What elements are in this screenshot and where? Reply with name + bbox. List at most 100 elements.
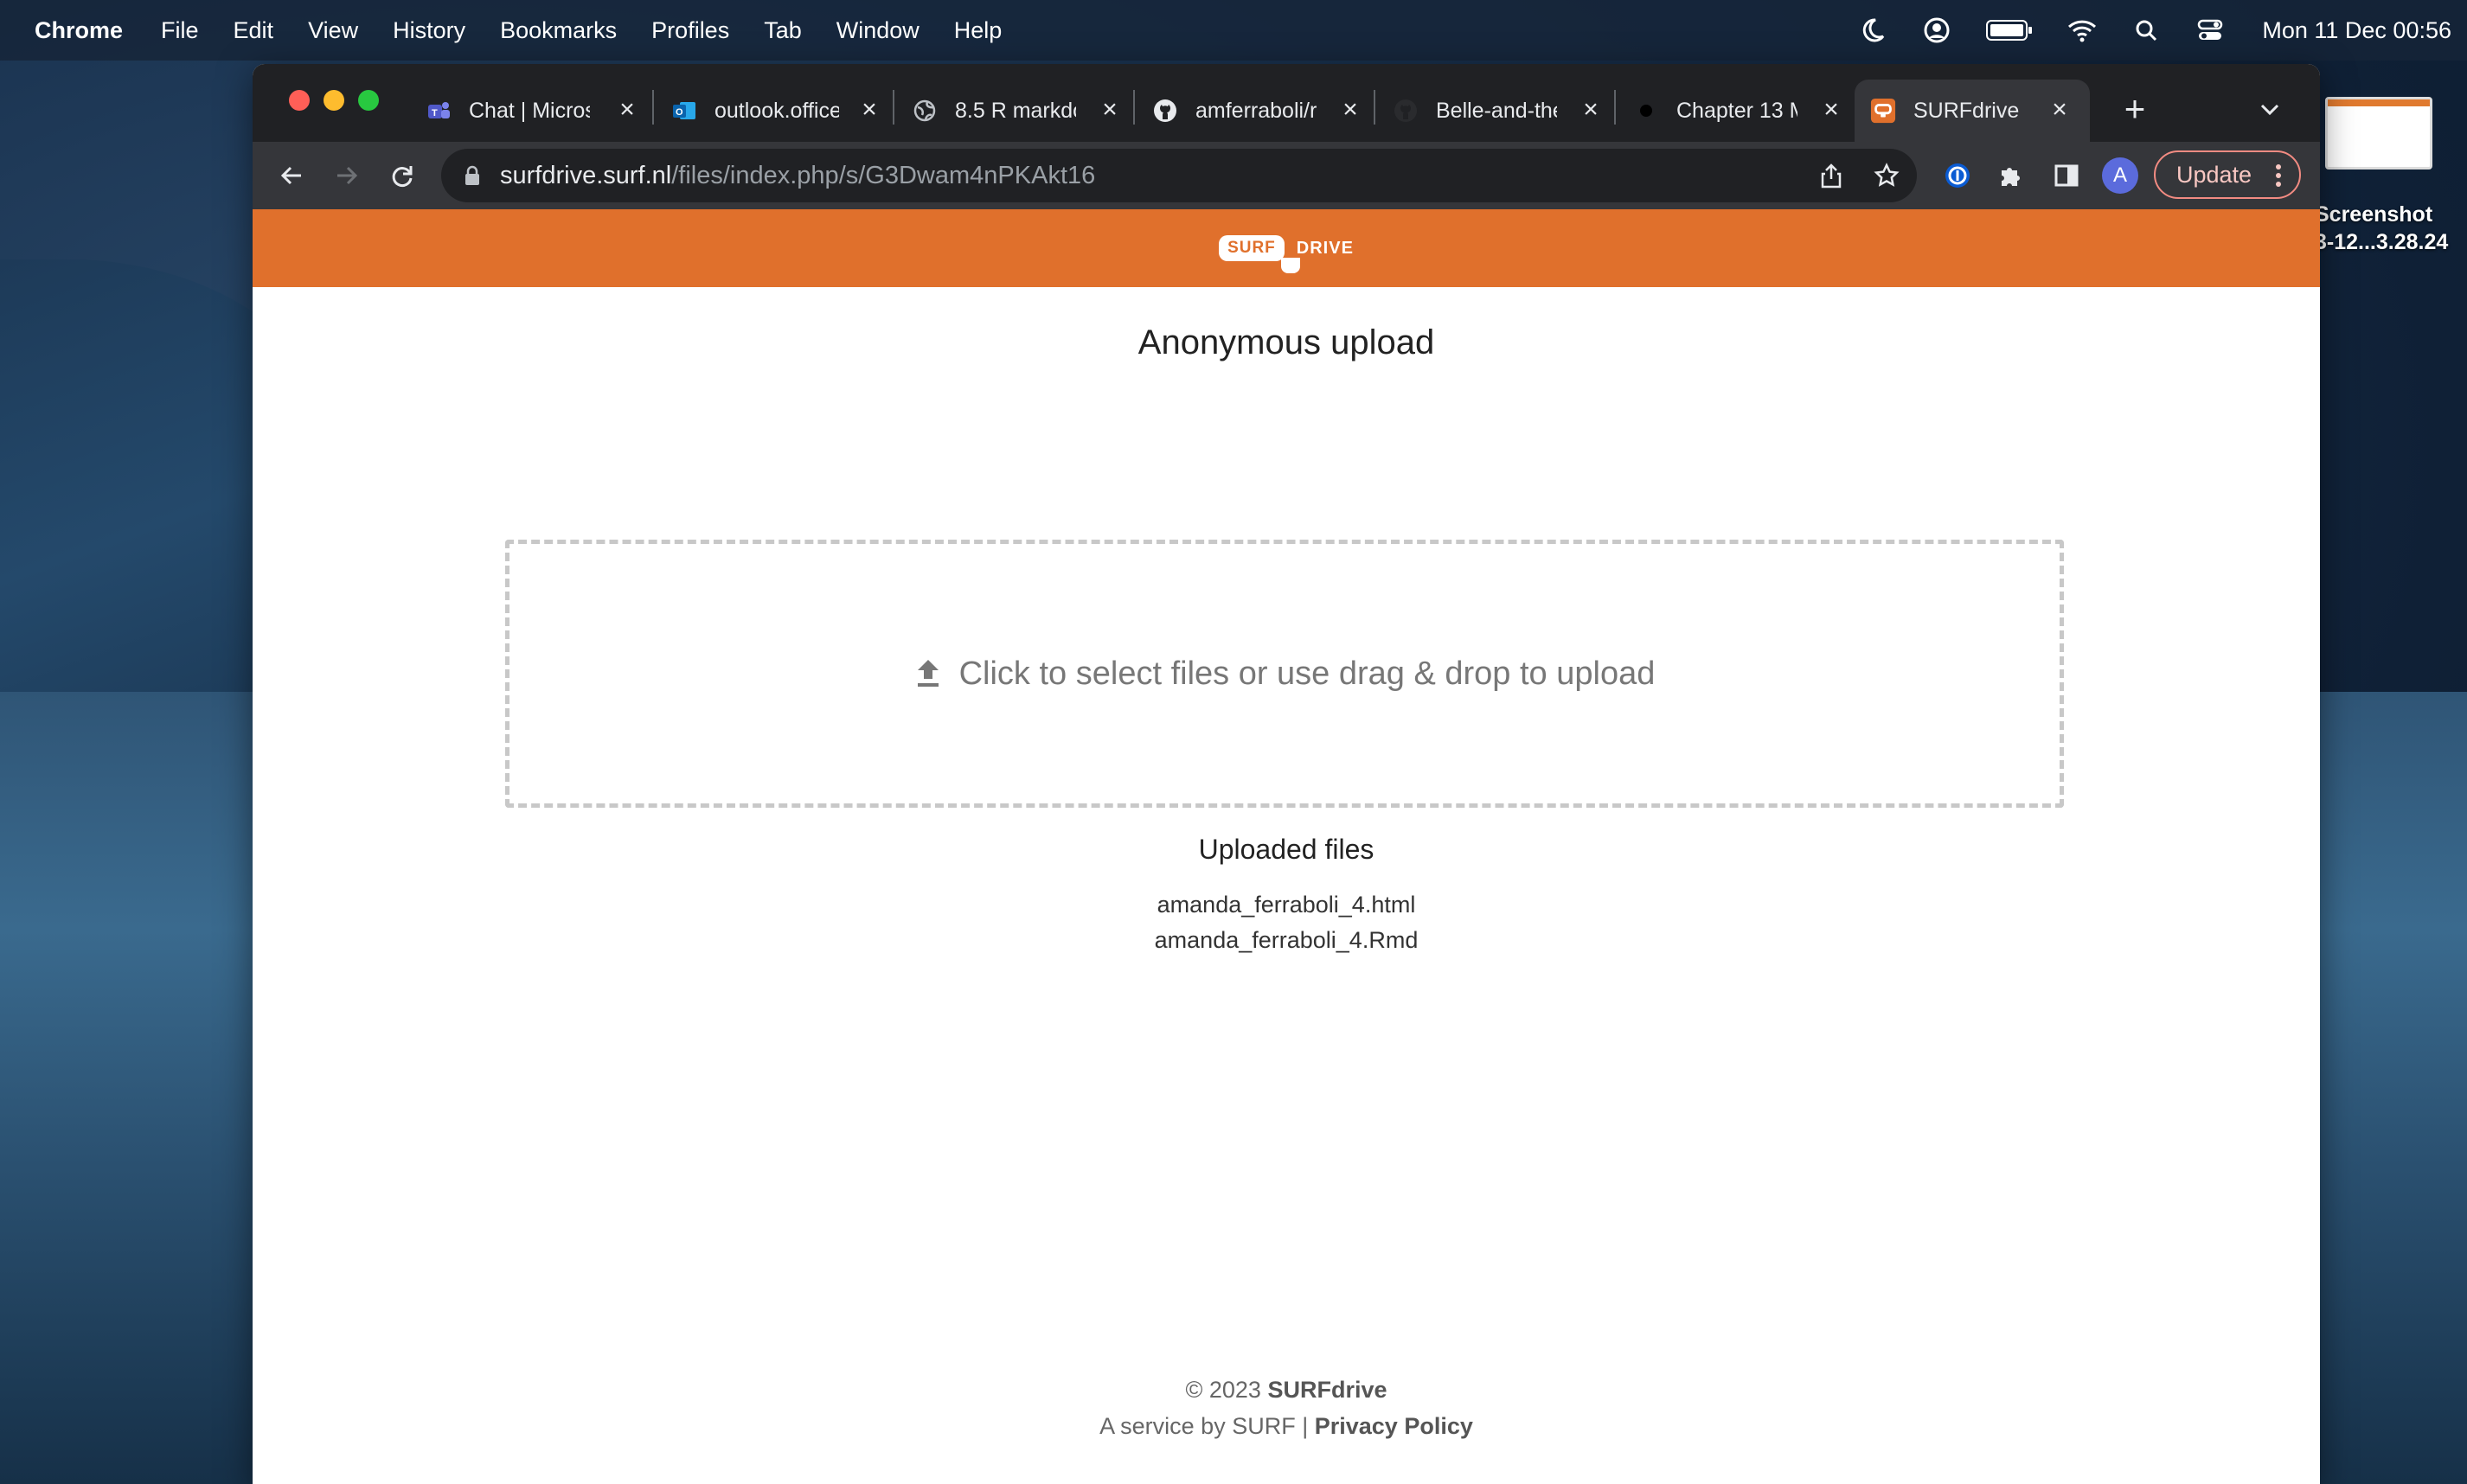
close-icon[interactable]: × <box>855 95 884 125</box>
service-text: A service by SURF | <box>1099 1413 1309 1439</box>
logo-surf-text: SURF <box>1219 235 1285 261</box>
svg-text:O: O <box>676 107 683 118</box>
footer-brand[interactable]: SURFdrive <box>1267 1377 1387 1403</box>
dropzone-text: Click to select files or use drag & drop… <box>958 655 1656 692</box>
menu-edit[interactable]: Edit <box>234 17 274 44</box>
tab-title: amferraboli/r <box>1195 98 1317 123</box>
outlook-icon: O <box>671 98 697 124</box>
search-icon[interactable] <box>2131 15 2162 46</box>
page-content: SURF DRIVE Anonymous upload Click to sel… <box>253 209 2320 1484</box>
extensions-puzzle-icon[interactable] <box>1995 159 2028 192</box>
site-header: SURF DRIVE <box>253 209 2320 287</box>
tab-outlook[interactable]: O outlook.office × <box>671 80 900 142</box>
upload-icon <box>917 660 939 687</box>
menu-help[interactable]: Help <box>954 17 1003 44</box>
tab-title: Belle-and-the <box>1436 98 1557 123</box>
upload-dropzone[interactable]: Click to select files or use drag & drop… <box>505 540 2064 808</box>
tab-search-chevron-icon[interactable] <box>2252 92 2287 126</box>
moon-icon[interactable] <box>1857 15 1888 46</box>
address-bar[interactable]: surfdrive.surf.nl/files/index.php/s/G3Dw… <box>441 149 1917 202</box>
back-button[interactable] <box>272 156 311 195</box>
copyright-text: © 2023 <box>1185 1377 1261 1403</box>
close-icon[interactable]: × <box>1336 95 1365 125</box>
control-center-icon[interactable] <box>2195 15 2226 46</box>
tab-separator <box>1374 90 1375 125</box>
tab-separator <box>1133 90 1135 125</box>
privacy-policy-link[interactable]: Privacy Policy <box>1315 1413 1473 1439</box>
tab-separator <box>1614 90 1616 125</box>
logo-shape <box>1281 258 1301 273</box>
desktop-label-line2: 3-12...3.28.24 <box>2315 230 2449 254</box>
uploaded-file-list: amanda_ferraboli_4.html amanda_ferraboli… <box>253 887 2320 958</box>
uploaded-files-heading: Uploaded files <box>1198 834 1374 865</box>
menu-tab[interactable]: Tab <box>764 17 802 44</box>
page-title: Anonymous upload <box>1137 323 1435 361</box>
page-footer: © 2023 SURFdrive A service by SURF | Pri… <box>253 1372 2320 1444</box>
tab-title: outlook.office <box>714 98 839 123</box>
side-panel-icon[interactable] <box>2050 159 2083 192</box>
wifi-icon[interactable] <box>2067 15 2098 46</box>
close-icon[interactable]: × <box>612 95 642 125</box>
forward-button[interactable] <box>327 156 367 195</box>
url-path: /files/index.php/s/G3Dwam4nPKAkt16 <box>671 161 1096 189</box>
profile-avatar[interactable]: A <box>2102 157 2138 194</box>
menu-bookmarks[interactable]: Bookmarks <box>500 17 617 44</box>
user-circle-icon[interactable] <box>1921 15 1952 46</box>
desktop-screenshot-label[interactable]: Screenshot 3-12...3.28.24 <box>2315 201 2467 256</box>
close-icon[interactable]: × <box>1095 95 1125 125</box>
teams-icon: T <box>426 98 452 124</box>
surfdrive-icon <box>1870 98 1896 124</box>
password-manager-icon[interactable] <box>1941 159 1974 192</box>
menu-view[interactable]: View <box>308 17 358 44</box>
share-icon[interactable] <box>1817 161 1846 190</box>
chrome-window: T Chat | Microsoft × O outlook.office × … <box>253 64 2320 1484</box>
list-item: amanda_ferraboli_4.Rmd <box>1154 927 1419 953</box>
lock-icon[interactable] <box>462 165 483 186</box>
close-icon[interactable]: × <box>1817 95 1846 125</box>
desktop-screenshot-thumbnail[interactable] <box>2325 97 2432 170</box>
tab-separator <box>893 90 894 125</box>
zoom-window-button[interactable] <box>358 90 379 111</box>
tab-separator <box>652 90 654 125</box>
tab-rmarkdown[interactable]: 8.5 R markdown × <box>912 80 1140 142</box>
tab-title: SURFdrive <box>1913 98 2020 123</box>
tab-teams[interactable]: T Chat | Microsoft × <box>426 80 657 142</box>
reload-button[interactable] <box>382 156 422 195</box>
tab-github-belle[interactable]: Belle-and-the × <box>1393 80 1621 142</box>
desktop-label-line1: Screenshot <box>2315 202 2433 227</box>
minimize-window-button[interactable] <box>324 90 344 111</box>
tab-title: 8.5 R markdown <box>955 98 1076 123</box>
menu-window[interactable]: Window <box>836 17 920 44</box>
battery-icon[interactable] <box>1985 15 2034 46</box>
update-button[interactable]: Update <box>2154 150 2301 199</box>
tab-strip: T Chat | Microsoft × O outlook.office × … <box>253 64 2320 142</box>
more-menu-icon[interactable] <box>2275 163 2282 195</box>
footer-service-line: A service by SURF | Privacy Policy <box>253 1408 2320 1444</box>
tab-surfdrive[interactable]: SURFdrive × <box>1855 80 2090 142</box>
menu-app-name[interactable]: Chrome <box>35 17 123 44</box>
list-item: amanda_ferraboli_4.html <box>1157 892 1416 918</box>
globe-icon <box>912 98 938 124</box>
surfdrive-logo[interactable]: SURF DRIVE <box>1219 235 1354 273</box>
github-icon <box>1152 98 1178 124</box>
bookmark-star-icon[interactable] <box>1872 161 1901 190</box>
url-host: surfdrive.surf.nl <box>500 161 672 189</box>
browser-toolbar: surfdrive.surf.nl/files/index.php/s/G3Dw… <box>253 142 2320 209</box>
close-icon[interactable]: × <box>2045 95 2074 125</box>
github-icon <box>1393 98 1419 124</box>
tab-github-amferraboli[interactable]: amferraboli/r × <box>1152 80 1381 142</box>
dot-icon <box>1633 98 1659 124</box>
tab-chapter13[interactable]: Chapter 13 M × <box>1633 80 1861 142</box>
close-icon[interactable]: × <box>1576 95 1605 125</box>
new-tab-button[interactable]: + <box>2116 88 2154 129</box>
menu-history[interactable]: History <box>393 17 465 44</box>
update-label: Update <box>2176 161 2252 188</box>
logo-drive-text: DRIVE <box>1296 238 1354 258</box>
url-text[interactable]: surfdrive.surf.nl/files/index.php/s/G3Dw… <box>500 162 1095 190</box>
menu-file[interactable]: File <box>161 17 199 44</box>
close-window-button[interactable] <box>289 90 310 111</box>
footer-copyright-line: © 2023 SURFdrive <box>253 1372 2320 1408</box>
svg-text:T: T <box>432 108 438 118</box>
menu-profiles[interactable]: Profiles <box>651 17 729 44</box>
menu-clock[interactable]: Mon 11 Dec 00:56 <box>2262 17 2451 44</box>
